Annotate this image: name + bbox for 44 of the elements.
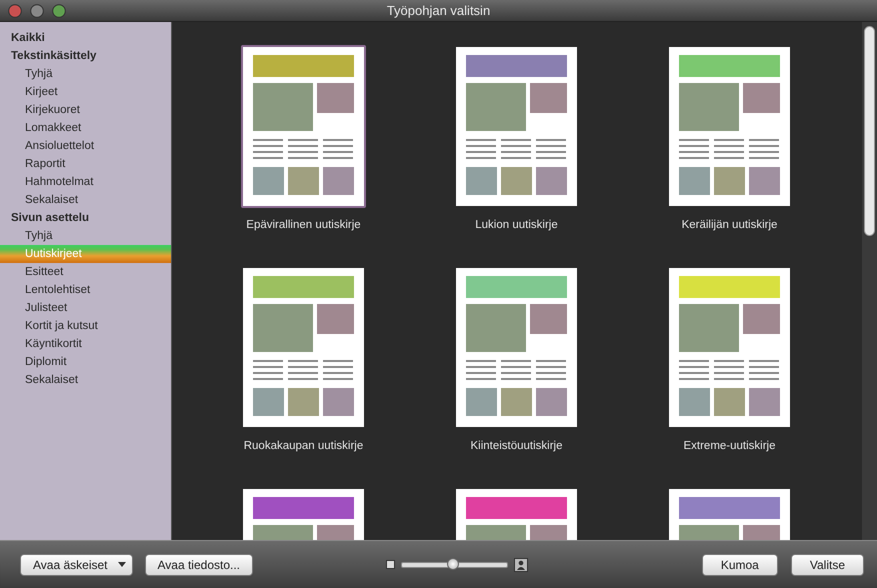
template-caption: Kiinteistöuutiskirje [470, 440, 563, 452]
sidebar-item[interactable]: Sekalaiset [0, 371, 171, 389]
sidebar-item[interactable]: Julisteet [0, 299, 171, 317]
sidebar-item[interactable]: Hahmotelmat [0, 173, 171, 191]
close-icon[interactable] [8, 4, 22, 18]
caret-icon [118, 562, 126, 567]
template-caption: Lukion uutiskirje [475, 219, 558, 231]
template-thumbnail[interactable] [454, 45, 579, 208]
template-caption: Extreme-uutiskirje [683, 440, 776, 452]
sidebar-item[interactable]: Esitteet [0, 263, 171, 281]
sidebar-item[interactable]: Tyhjä [0, 65, 171, 83]
sidebar-item[interactable]: Raportit [0, 155, 171, 173]
sidebar-item[interactable]: Kirjeet [0, 83, 171, 101]
sidebar-item[interactable]: Lentolehtiset [0, 281, 171, 299]
template-thumbnail[interactable] [241, 45, 366, 208]
action-button[interactable]: Valitse [790, 554, 864, 576]
template-caption: Keräilijän uutiskirje [682, 219, 778, 231]
sidebar-item[interactable]: Sivun asettelu [0, 209, 171, 227]
template-thumbnail[interactable] [667, 266, 792, 429]
template-caption: Ruokakaupan uutiskirje [244, 440, 364, 452]
open-button[interactable]: Avaa tiedosto... [144, 554, 253, 576]
sidebar-item[interactable]: Tekstinkäsittely [0, 47, 171, 65]
template-thumbnail[interactable] [667, 45, 792, 208]
template-thumbnail[interactable] [454, 266, 579, 429]
zoom-icon[interactable] [52, 4, 66, 18]
sidebar-item[interactable]: Kaikki [0, 29, 171, 47]
window-title: Työpohjan valitsin [386, 3, 490, 18]
sidebar-item[interactable]: Ansioluettelot [0, 137, 171, 155]
sidebar-item[interactable]: Käyntikortit [0, 335, 171, 353]
slider-thumb[interactable] [446, 558, 459, 570]
sidebar-item[interactable]: Lomakkeet [0, 119, 171, 137]
sidebar-item[interactable]: Kirjekuoret [0, 101, 171, 119]
scrollbar-thumb[interactable] [864, 26, 875, 236]
sidebar-item[interactable]: Tyhjä [0, 227, 171, 245]
minimize-icon[interactable] [30, 4, 44, 18]
action-button[interactable]: Kumoa [702, 554, 778, 576]
large-page-icon [514, 558, 528, 572]
template-thumbnail[interactable] [241, 266, 366, 429]
open-button[interactable]: Avaa äskeiset [20, 554, 132, 576]
sidebar-item[interactable]: Diplomit [0, 353, 171, 371]
sidebar-item[interactable]: Kortit ja kutsut [0, 317, 171, 335]
small-page-icon [386, 560, 396, 569]
sidebar-item[interactable]: Sekalaiset [0, 191, 171, 209]
template-caption: Epävirallinen uutiskirje [246, 219, 361, 231]
